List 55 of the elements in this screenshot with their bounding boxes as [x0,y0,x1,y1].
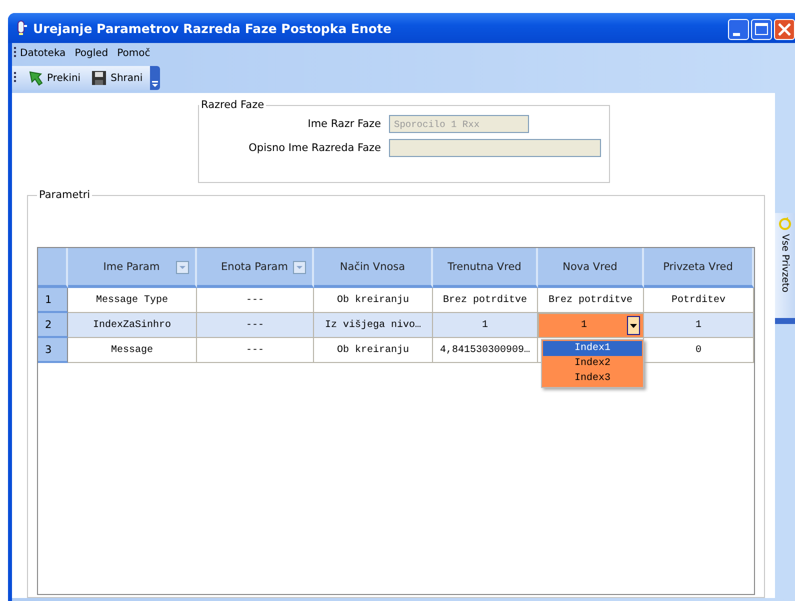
text-field[interactable] [389,139,601,157]
maximize-button[interactable] [751,18,772,40]
grid-corner [38,248,68,288]
menu-item[interactable]: Pogled [74,48,108,58]
column-header[interactable]: Način Vnosa [314,248,433,288]
table-cell: 1 [644,313,754,338]
side-tab[interactable]: Vse Privzeto [775,213,795,318]
column-header[interactable]: Ime Param [68,248,197,288]
window-title: Urejanje Parametrov Razreda Faze Postopka Enote [33,20,392,36]
close-icon [778,22,791,36]
column-header[interactable]: Privzeta Vred [644,248,754,288]
dropdown-button[interactable] [627,316,640,335]
dropdown-option[interactable]: Index3 [543,371,642,386]
field-label: Opisno Ime Razreda Faze [248,142,381,154]
overflow-button[interactable] [150,66,160,90]
caret-icon [630,324,637,328]
table-cell: 4,841530300909… [433,338,538,363]
table-cell: Message Type [68,288,197,313]
field-label: Ime Razr Faze [308,118,381,130]
table-cell: --- [197,338,314,363]
group-title: Parametri [38,189,92,201]
minimize-icon [732,32,740,36]
table-cell: --- [197,288,314,313]
table-cell: --- [197,313,314,338]
column-header[interactable]: Trenutna Vred [433,248,538,288]
maximize-icon [755,23,768,35]
table-cell: 1 [433,313,538,338]
row-header[interactable]: 2 [38,313,68,338]
panel-handle[interactable] [775,318,795,324]
row-header[interactable]: 1 [38,288,68,313]
column-header[interactable]: Nova Vred [538,248,644,288]
cancel-button[interactable]: Prekini [24,70,84,86]
arrow-icon [27,70,43,86]
table-cell: Potrditev [644,288,754,313]
menu-item[interactable]: Pomoč [117,48,150,58]
table-cell: Brez potrditve [538,288,644,313]
save-button[interactable]: Shrani [88,70,146,86]
column-header[interactable]: Enota Param [197,248,314,288]
refresh-icon [778,217,792,231]
close-button[interactable] [774,18,795,40]
dropdown-option[interactable]: Index1 [543,341,642,356]
app-icon [16,20,28,36]
dropdown-option[interactable]: Index2 [543,356,642,371]
table-cell: 0 [644,338,754,363]
table-cell: Ob kreiranju [314,338,433,363]
table-cell: Brez potrditve [433,288,538,313]
row-header[interactable]: 3 [38,338,68,363]
group-title: Razred Faze [200,99,266,111]
menu-item[interactable]: Datoteka [20,48,66,58]
minimize-button[interactable] [728,18,749,40]
table-cell: Iz višjega nivo… [314,313,433,338]
chevron-icon [150,80,159,88]
table-cell: IndexZaSinhro [68,313,197,338]
table-cell: Ob kreiranju [314,288,433,313]
table-cell: Message [68,338,197,363]
